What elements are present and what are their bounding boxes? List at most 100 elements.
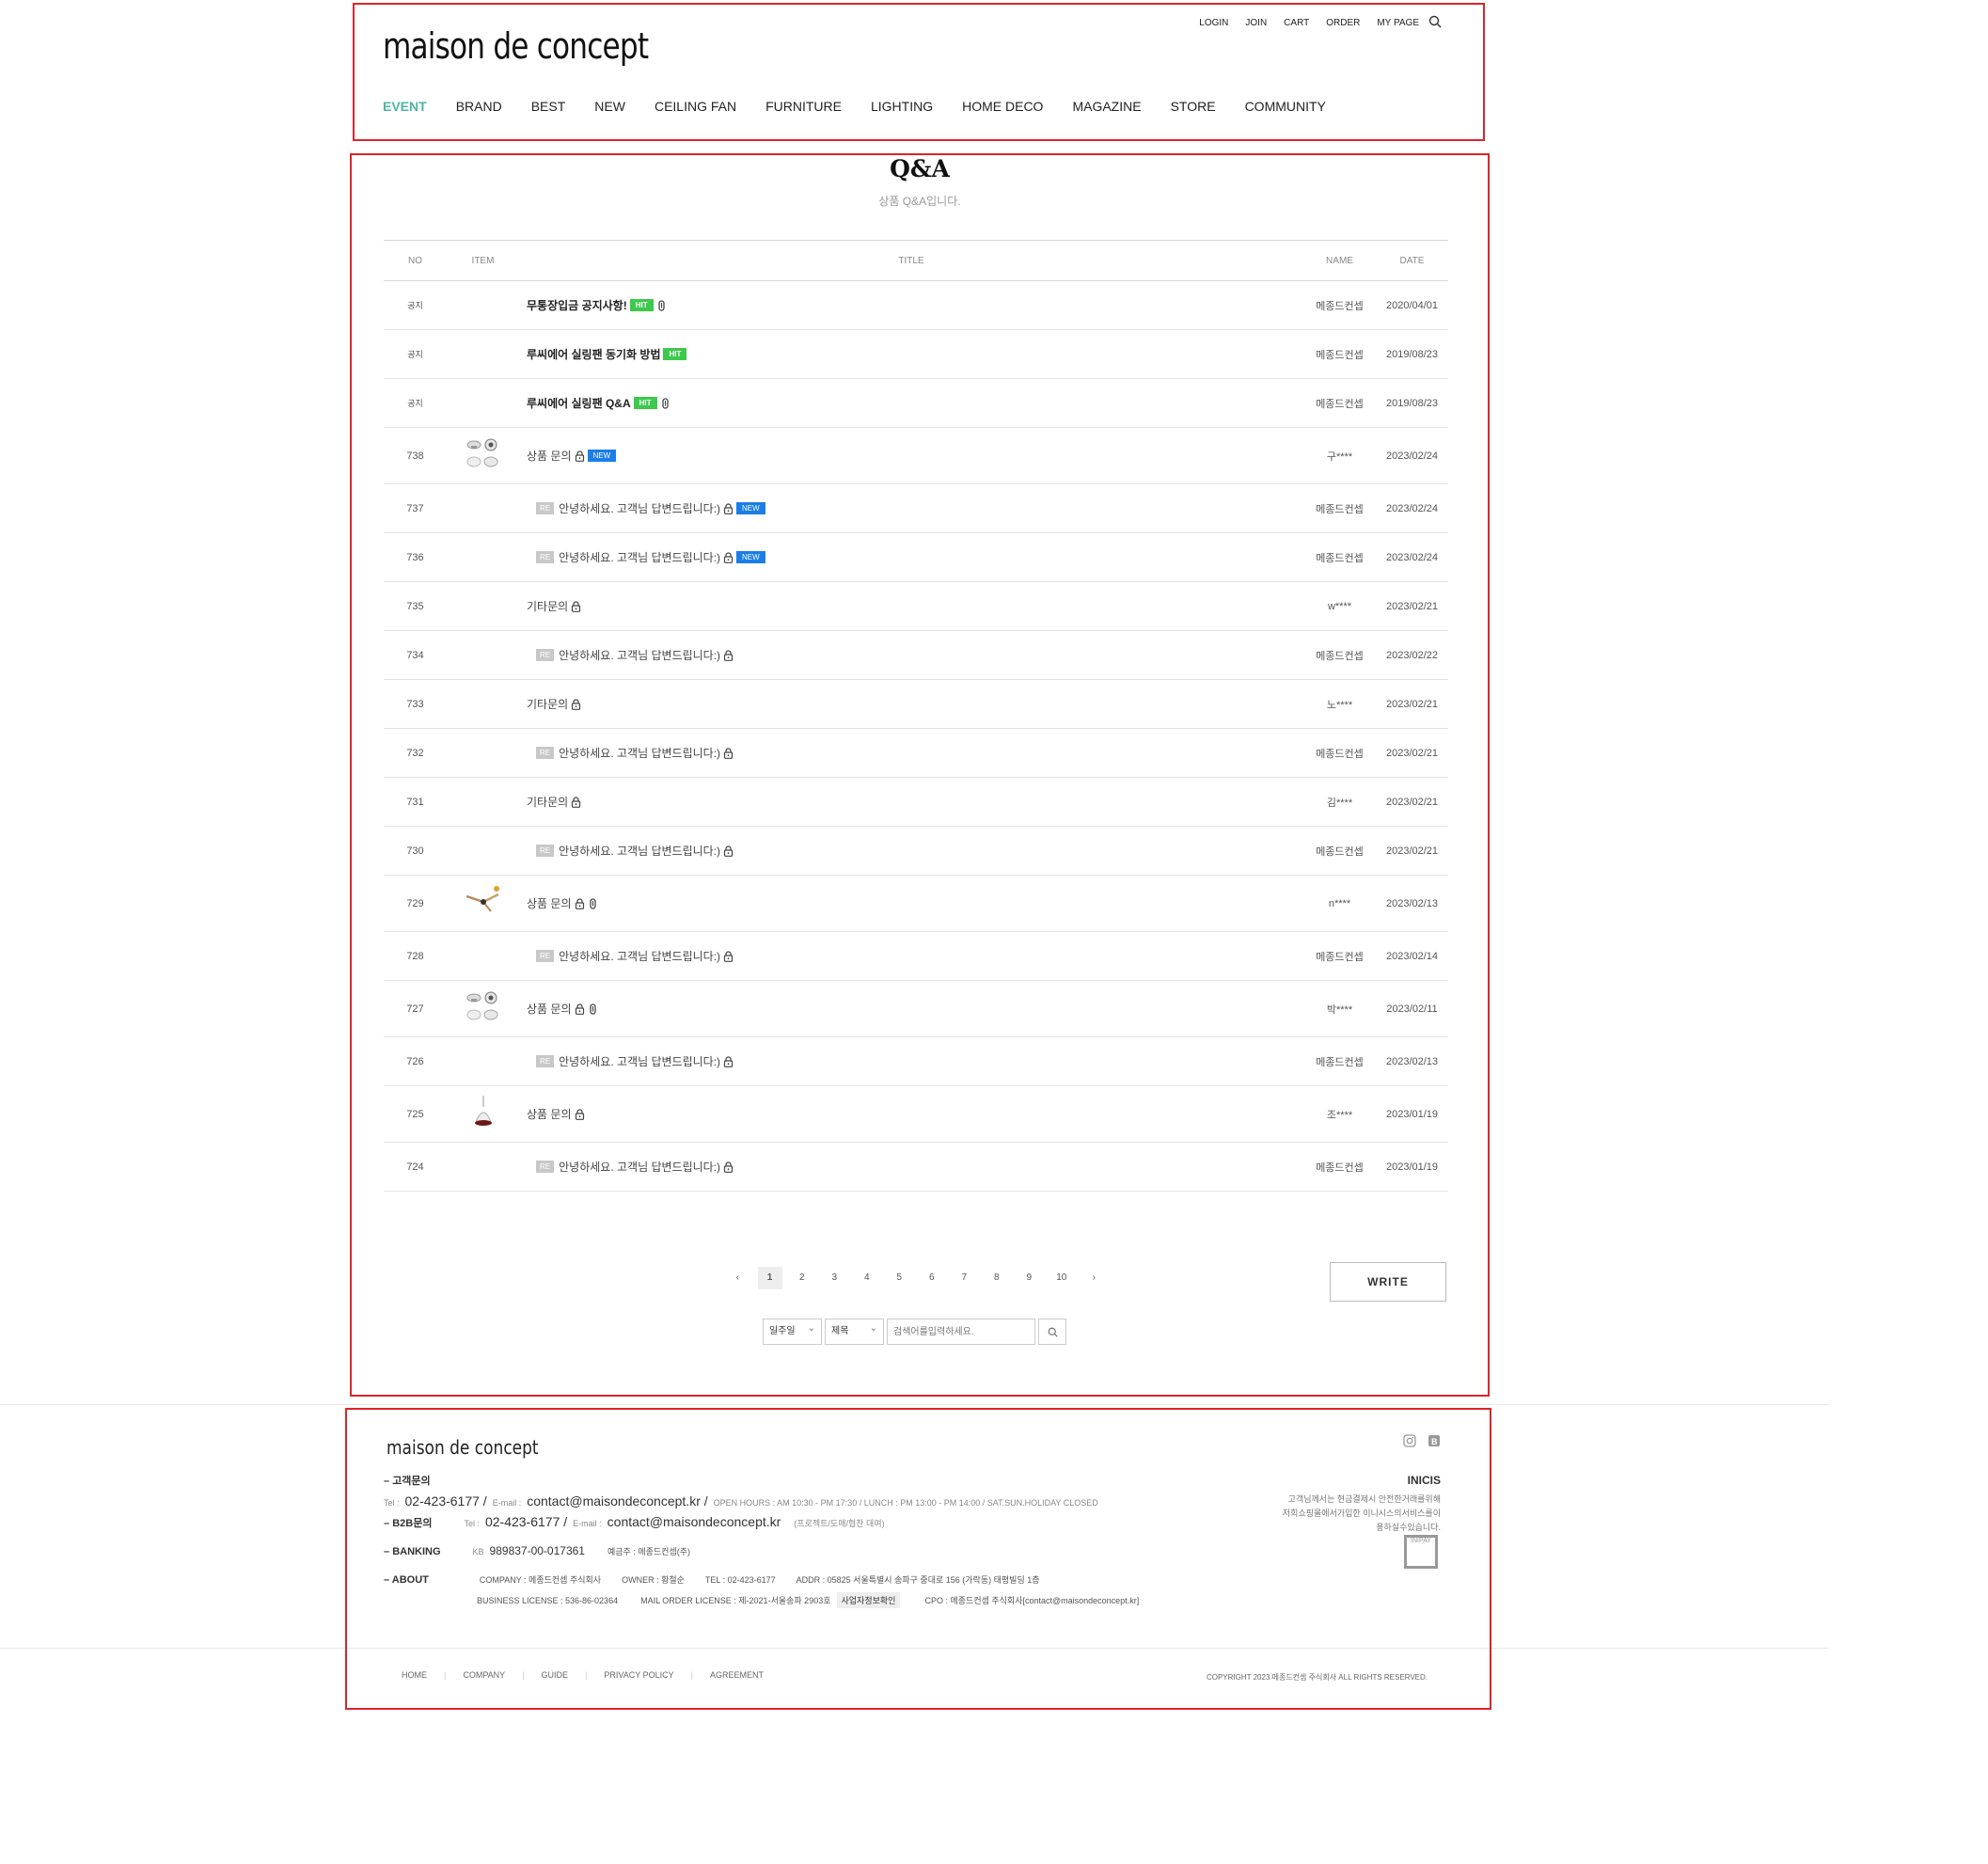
cs-email[interactable]: contact@maisondeconcept.kr / <box>527 1493 707 1509</box>
post-title[interactable]: 안녕하세요. 고객님 답변드립니다:) <box>559 948 720 964</box>
write-button[interactable]: WRITE <box>1330 1262 1446 1302</box>
post-title[interactable]: 안녕하세요. 고객님 답변드립니다:) <box>559 1053 720 1069</box>
order-link[interactable]: ORDER <box>1326 18 1360 28</box>
prev-page-button[interactable]: ‹ <box>721 1267 754 1289</box>
table-row[interactable]: 728 RE 안녕하세요. 고객님 답변드립니다:) 메종드컨셉 2023/02/14 <box>384 931 1448 981</box>
table-row[interactable]: 727 상품 문의 박**** 2023/02/11 <box>384 980 1448 1037</box>
site-logo[interactable]: maison de concept <box>383 25 649 67</box>
search-button[interactable] <box>1038 1319 1066 1345</box>
search-input[interactable] <box>887 1319 1035 1345</box>
lock-icon <box>723 649 734 661</box>
nav-store[interactable]: STORE <box>1171 99 1216 114</box>
qna-board: Q&A 상품 Q&A입니다. NO ITEM TITLE NAME DATE 공… <box>350 153 1490 1397</box>
table-row[interactable]: 731 기타문의 김**** 2023/02/21 <box>384 777 1448 827</box>
nav-furniture[interactable]: FURNITURE <box>765 99 842 114</box>
post-title[interactable]: 안녕하세요. 고객님 답변드립니다:) <box>559 1159 720 1175</box>
post-title[interactable]: 상품 문의 <box>527 895 572 911</box>
blog-icon[interactable]: B <box>1428 1434 1441 1447</box>
table-row[interactable]: 736 RE 안녕하세요. 고객님 답변드립니다:) NEW 메종드컨셉 2023/02/… <box>384 532 1448 582</box>
nav-best[interactable]: BEST <box>531 99 566 114</box>
notice-row[interactable]: 공지 루씨에어 실링팬 Q&A HIT 메종드컨셉 2019/08/23 <box>384 378 1448 428</box>
table-row[interactable]: 733 기타문의 노**** 2023/02/21 <box>384 679 1448 729</box>
page-8[interactable]: 8 <box>981 1267 1014 1289</box>
cart-link[interactable]: CART <box>1284 18 1309 28</box>
page-3[interactable]: 3 <box>818 1267 851 1289</box>
nav-magazine[interactable]: MAGAZINE <box>1072 99 1141 114</box>
site-footer: maison de concept B INICIS 고객님께서는 현금결제시 … <box>345 1408 1491 1710</box>
footer-guide-link[interactable]: GUIDE <box>542 1670 569 1680</box>
page-1[interactable]: 1 <box>757 1267 782 1289</box>
post-number: 738 <box>384 427 447 484</box>
notice-row[interactable]: 공지 루씨에어 실링팬 동기화 방법 HIT 메종드컨셉 2019/08/23 <box>384 329 1448 379</box>
post-title[interactable]: 무통장입금 공지사항! <box>527 297 627 313</box>
table-row[interactable]: 735 기타문의 w**** 2023/02/21 <box>384 581 1448 631</box>
post-number: 공지 <box>384 378 447 428</box>
b2b-email[interactable]: contact@maisondeconcept.kr <box>607 1514 781 1529</box>
nav-new[interactable]: NEW <box>594 99 625 114</box>
table-row[interactable]: 726 RE 안녕하세요. 고객님 답변드립니다:) 메종드컨셉 2023/02/13 <box>384 1036 1448 1086</box>
page-9[interactable]: 9 <box>1013 1267 1046 1289</box>
nav-lighting[interactable]: LIGHTING <box>871 99 933 114</box>
instagram-icon[interactable] <box>1403 1434 1416 1447</box>
post-title[interactable]: 루씨에어 실링팬 동기화 방법 <box>527 346 660 362</box>
page-6[interactable]: 6 <box>916 1267 949 1289</box>
post-title[interactable]: 안녕하세요. 고객님 답변드립니다:) <box>559 500 720 516</box>
page-2[interactable]: 2 <box>786 1267 819 1289</box>
post-title[interactable]: 상품 문의 <box>527 448 572 464</box>
footer-logo: maison de concept <box>387 1436 539 1459</box>
table-row[interactable]: 734 RE 안녕하세요. 고객님 답변드립니다:) 메종드컨셉 2023/02/22 <box>384 630 1448 680</box>
page-7[interactable]: 7 <box>948 1267 981 1289</box>
nav-community[interactable]: COMMUNITY <box>1245 99 1326 114</box>
page-10[interactable]: 10 <box>1046 1267 1079 1289</box>
author-name: 메종드컨셉 <box>1303 1036 1376 1086</box>
login-link[interactable]: LOGIN <box>1199 18 1228 28</box>
post-title[interactable]: 기타문의 <box>527 696 568 712</box>
table-row[interactable]: 737 RE 안녕하세요. 고객님 답변드립니다:) NEW 메종드컨셉 2023/02/… <box>384 483 1448 533</box>
footer-privacy-link[interactable]: PRIVACY POLICY <box>604 1670 673 1680</box>
nav-ceiling-fan[interactable]: CEILING FAN <box>655 99 736 114</box>
new-badge: NEW <box>736 502 765 514</box>
period-select[interactable]: 일주일 <box>763 1317 822 1345</box>
attachment-icon <box>589 897 596 909</box>
product-thumbnail[interactable] <box>463 883 504 921</box>
nav-home-deco[interactable]: HOME DECO <box>962 99 1043 114</box>
footer-home-link[interactable]: HOME <box>402 1670 427 1680</box>
post-title[interactable]: 안녕하세요. 고객님 답변드립니다:) <box>559 647 720 663</box>
nav-brand[interactable]: BRAND <box>456 99 502 114</box>
table-row[interactable]: 724 RE 안녕하세요. 고객님 답변드립니다:) 메종드컨셉 2023/01/19 <box>384 1142 1448 1192</box>
new-badge: NEW <box>736 551 765 563</box>
post-title[interactable]: 상품 문의 <box>527 1106 572 1122</box>
footer-agreement-link[interactable]: AGREEMENT <box>710 1670 764 1680</box>
item-cell <box>447 378 519 428</box>
mypage-link[interactable]: MY PAGE <box>1377 18 1419 28</box>
inipay-logo[interactable]: INIPAY <box>1404 1535 1438 1569</box>
reply-badge: RE <box>536 1055 555 1067</box>
post-title[interactable]: 상품 문의 <box>527 1001 572 1017</box>
author-name: 메종드컨셉 <box>1303 483 1376 533</box>
next-page-button[interactable]: › <box>1078 1267 1111 1289</box>
table-row[interactable]: 732 RE 안녕하세요. 고객님 답변드립니다:) 메종드컨셉 2023/02/21 <box>384 728 1448 778</box>
table-row[interactable]: 738 상품 문의 NEW 구**** 2023/02/24 <box>384 427 1448 484</box>
post-title[interactable]: 안녕하세요. 고객님 답변드립니다:) <box>559 745 720 761</box>
post-title[interactable]: 루씨에어 실링팬 Q&A <box>527 395 631 411</box>
footer-company-link[interactable]: COMPANY <box>463 1670 505 1680</box>
post-title[interactable]: 기타문의 <box>527 794 568 810</box>
join-link[interactable]: JOIN <box>1245 18 1267 28</box>
post-title[interactable]: 기타문의 <box>527 598 568 614</box>
table-row[interactable]: 725 상품 문의 조**** 2023/01/19 <box>384 1085 1448 1143</box>
table-row[interactable]: 729 상품 문의 n**** 2023/02/13 <box>384 875 1448 932</box>
page-5[interactable]: 5 <box>883 1267 916 1289</box>
field-select[interactable]: 제목 <box>825 1317 884 1345</box>
post-date: 2023/02/21 <box>1376 728 1448 778</box>
post-title[interactable]: 안녕하세요. 고객님 답변드립니다:) <box>559 843 720 859</box>
post-title[interactable]: 안녕하세요. 고객님 답변드립니다:) <box>559 549 720 565</box>
table-row[interactable]: 730 RE 안녕하세요. 고객님 답변드립니다:) 메종드컨셉 2023/02/21 <box>384 826 1448 876</box>
search-icon[interactable] <box>1428 15 1442 28</box>
product-thumbnail[interactable] <box>463 1094 504 1131</box>
nav-event[interactable]: EVENT <box>383 99 427 114</box>
product-thumbnail[interactable] <box>463 435 504 473</box>
page-4[interactable]: 4 <box>851 1267 884 1289</box>
product-thumbnail[interactable] <box>463 988 504 1026</box>
biz-info-button[interactable]: 사업자정보확인 <box>836 1592 901 1608</box>
notice-row[interactable]: 공지 무통장입금 공지사항! HIT 메종드컨셉 2020/04/01 <box>384 280 1448 330</box>
